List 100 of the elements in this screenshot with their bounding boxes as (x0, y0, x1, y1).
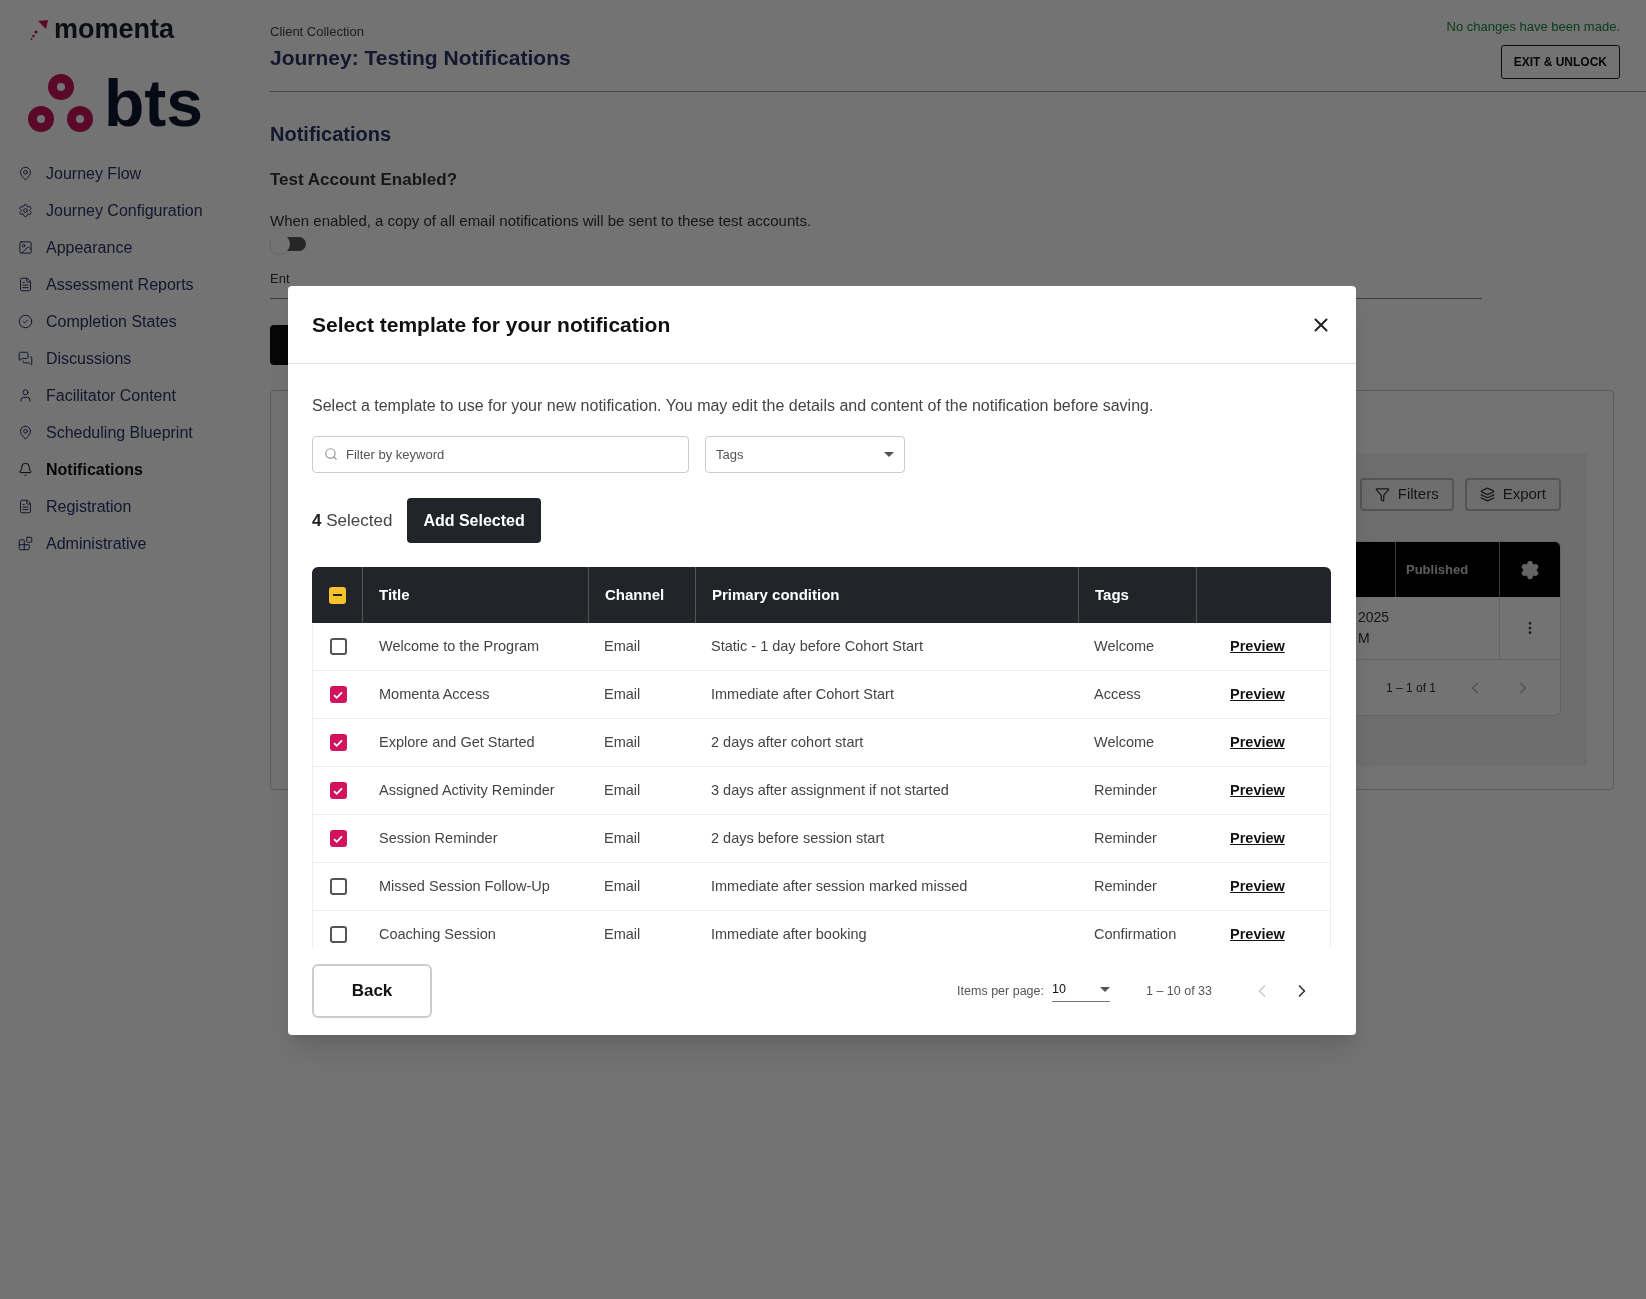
sidebar-item[interactable]: Scheduling Blueprint (18, 414, 262, 451)
filters-button[interactable]: Filters (1359, 478, 1454, 511)
table-cell-text: Welcome (1093, 636, 1156, 656)
exit-unlock-button[interactable]: EXIT & UNLOCK (1500, 44, 1620, 79)
settings-icon[interactable] (1520, 559, 1540, 580)
gear-icon (18, 203, 33, 218)
table-cell-text: 2 days before session start (710, 828, 886, 848)
table-cell-text: Welcome (1093, 732, 1156, 752)
sidebar-item[interactable]: Journey Configuration (18, 192, 262, 229)
table-cell-text: Assigned Activity Reminder (378, 780, 556, 800)
checkbox[interactable] (329, 830, 347, 847)
export-button[interactable]: Export (1464, 478, 1561, 511)
table-cell-text: Immediate after session marked missed (710, 876, 969, 896)
preview-link[interactable]: Preview (1230, 779, 1285, 802)
checkbox[interactable] (329, 878, 347, 895)
filter-icon (1374, 487, 1390, 502)
search-icon (324, 447, 338, 461)
preview-link[interactable]: Preview (1230, 683, 1285, 706)
partner-name: bts (104, 73, 203, 133)
blocks-icon (18, 536, 33, 551)
breadcrumb: Client Collection (270, 23, 365, 41)
image-icon (18, 240, 33, 255)
document-icon (18, 277, 33, 292)
map-pin-icon (18, 166, 33, 181)
column-header: Tags (1078, 567, 1196, 623)
items-per-page-label: Items per page: (957, 982, 1044, 1000)
table-cell-text: 3 days after assignment if not started (710, 780, 950, 800)
brand-name: momenta (54, 16, 175, 43)
sidebar-item[interactable]: Facilitator Content (18, 377, 262, 414)
sidebar-item[interactable]: Notifications (18, 451, 262, 488)
table-cell-text: Email (603, 732, 642, 752)
pagination-range: 1 – 10 of 33 (1145, 982, 1212, 1000)
preview-link[interactable]: Preview (1230, 923, 1285, 946)
test-account-label: Test Account Enabled? (270, 168, 459, 191)
column-header: Channel (588, 567, 695, 623)
checkbox[interactable] (329, 686, 347, 703)
tags-select[interactable]: Tags (705, 436, 905, 473)
dropdown-arrow-icon (884, 452, 894, 457)
check-circle-icon (18, 314, 33, 329)
journey-title: Journey: Testing Notifications (270, 44, 571, 71)
sidebar-item[interactable]: Journey Flow (18, 155, 262, 192)
toggle-switch[interactable] (270, 236, 306, 251)
preview-link[interactable]: Preview (1230, 731, 1285, 754)
preview-link[interactable]: Preview (1230, 827, 1285, 850)
checkbox[interactable] (328, 586, 346, 604)
test-account-description: When enabled, a copy of all email notifications will be sent to these test accounts. (270, 211, 813, 231)
date-cell-text: 2025 (1358, 608, 1391, 627)
layers-icon (1479, 487, 1495, 502)
table-cell-text: Immediate after Cohort Start (710, 684, 895, 704)
checkbox[interactable] (329, 782, 347, 799)
table-cell-text: Reminder (1093, 780, 1158, 800)
sidebar-item[interactable]: Completion States (18, 303, 262, 340)
table-cell-text: Reminder (1093, 876, 1158, 896)
chat-icon (18, 351, 33, 366)
keyword-search-field[interactable]: Filter by keyword (312, 436, 689, 473)
column-header: Published (1395, 542, 1499, 597)
table-cell-text: Explore and Get Started (378, 732, 536, 752)
sidebar-item[interactable]: Administrative (18, 525, 262, 562)
dropdown-arrow-icon (1099, 986, 1110, 992)
table-cell-text: Coaching Session (378, 924, 497, 944)
rocket-logo-icon (30, 18, 50, 41)
sidebar-item[interactable]: Registration (18, 488, 262, 525)
table-cell-text: Session Reminder (378, 828, 499, 848)
table-cell-text: Email (603, 684, 642, 704)
dialog-description: Select a template to use for your new notification. You may edit the details and content of the notification before saving. (312, 396, 1155, 416)
sidebar-item[interactable]: Assessment Reports (18, 266, 262, 303)
table-cell-text: 2 days after cohort start (710, 732, 865, 752)
back-button[interactable]: Back (312, 964, 432, 1018)
table-cell-text: Static - 1 day before Cohort Start (710, 636, 924, 656)
table-cell-text: Reminder (1093, 828, 1158, 848)
table-cell-text: Missed Session Follow-Up (378, 876, 551, 896)
items-per-page-select[interactable]: 10 (1051, 979, 1110, 1003)
document-icon (18, 499, 33, 514)
table-cell-text: Momenta Access (378, 684, 491, 704)
preview-link[interactable]: Preview (1230, 635, 1285, 658)
table-cell-text: Immediate after booking (710, 924, 868, 944)
checkbox[interactable] (329, 638, 347, 655)
table-cell-text: Email (603, 828, 642, 848)
checkbox[interactable] (329, 926, 347, 943)
dialog-title: Select template for your notification (312, 311, 671, 338)
column-header: Title (362, 567, 588, 623)
table-cell-text: Welcome to the Program (378, 636, 541, 656)
checkbox[interactable] (329, 734, 347, 751)
preview-link[interactable]: Preview (1230, 875, 1285, 898)
sidebar-item[interactable]: Discussions (18, 340, 262, 377)
column-header: Primary condition (695, 567, 1078, 623)
table-cell-text: Access (1093, 684, 1142, 704)
user-icon (18, 388, 33, 403)
circles-logo-icon (28, 73, 96, 133)
add-selected-button[interactable]: Add Selected (407, 498, 541, 543)
pagination-range: 1 – 1 of 1 (1385, 679, 1436, 697)
table-cell-text: Confirmation (1093, 924, 1178, 944)
table-cell-text: Email (603, 780, 642, 800)
bell-icon (18, 462, 33, 477)
selected-count: 4 Selected (312, 509, 393, 532)
table-cell-text: Email (603, 636, 642, 656)
table-cell-text: Email (603, 924, 642, 944)
sidebar-item[interactable]: Appearance (18, 229, 262, 266)
time-cell-text: M (1358, 629, 1371, 648)
status-message: No changes have been made. (1446, 18, 1620, 36)
